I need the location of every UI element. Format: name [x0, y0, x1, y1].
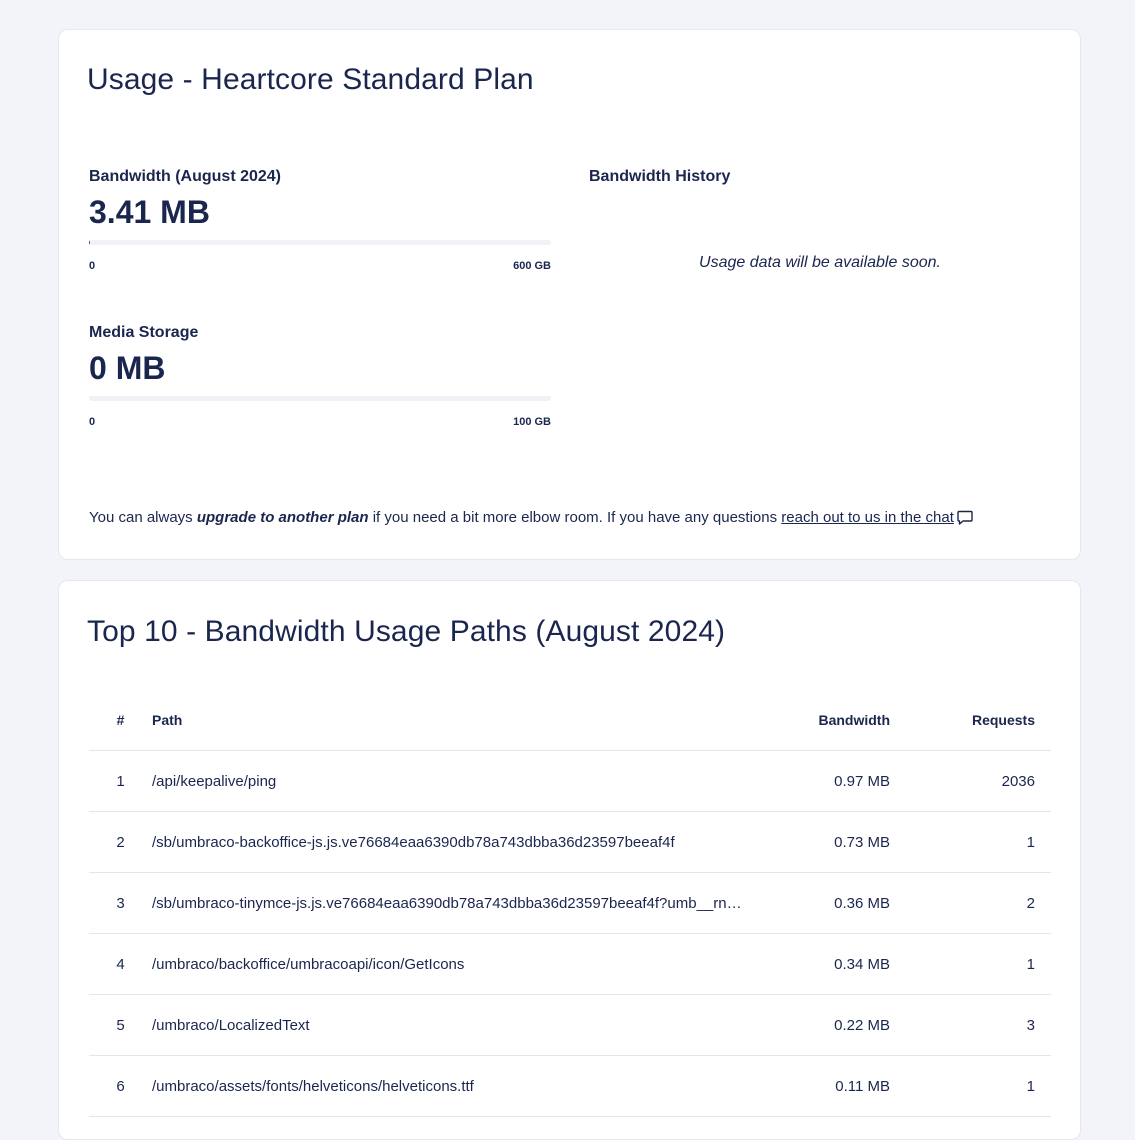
- row-num: 1: [89, 773, 152, 790]
- row-bandwidth: 0.11 MB: [747, 1078, 890, 1095]
- upgrade-note-text-2: if you need a bit more elbow room. If yo…: [369, 509, 782, 526]
- column-header-bandwidth: Bandwidth: [747, 712, 890, 728]
- table-row: 1/api/keepalive/ping0.97 MB2036: [89, 751, 1051, 812]
- row-path: /umbraco/assets/fonts/helveticons/helvet…: [152, 1078, 747, 1095]
- column-header-requests: Requests: [890, 712, 1035, 728]
- column-header-path: Path: [152, 712, 747, 728]
- chat-link[interactable]: reach out to us in the chat: [781, 509, 973, 526]
- usage-card: Usage - Heartcore Standard Plan Bandwidt…: [58, 29, 1081, 560]
- bandwidth-history-title: Bandwidth History: [589, 168, 1051, 186]
- row-path: /sb/umbraco-backoffice-js.js.ve76684eaa6…: [152, 834, 747, 851]
- chat-link-label[interactable]: reach out to us in the chat: [781, 509, 954, 526]
- storage-metric: Media Storage 0 MB 0 100 GB: [89, 324, 551, 428]
- row-requests: 2036: [890, 773, 1035, 790]
- row-path: /api/keepalive/ping: [152, 773, 747, 790]
- storage-scale-max: 100 GB: [513, 416, 551, 428]
- row-bandwidth: 0.36 MB: [747, 895, 890, 912]
- row-num: 3: [89, 895, 152, 912]
- storage-progress-bar: [89, 396, 551, 401]
- row-requests: 1: [890, 956, 1035, 973]
- row-num: 4: [89, 956, 152, 973]
- storage-label: Media Storage: [89, 324, 551, 342]
- row-requests: 2: [890, 895, 1035, 912]
- row-bandwidth: 0.73 MB: [747, 834, 890, 851]
- row-bandwidth: 0.34 MB: [747, 956, 890, 973]
- table-row: 2/sb/umbraco-backoffice-js.js.ve76684eaa…: [89, 812, 1051, 873]
- row-bandwidth: 0.97 MB: [747, 773, 890, 790]
- upgrade-note: You can always upgrade to another plan i…: [89, 509, 973, 529]
- storage-scale-min: 0: [89, 416, 95, 428]
- row-bandwidth: 0.22 MB: [747, 1017, 890, 1034]
- bandwidth-scale-max: 600 GB: [513, 260, 551, 272]
- usage-title: Usage - Heartcore Standard Plan: [87, 63, 534, 97]
- bandwidth-history-empty-message: Usage data will be available soon.: [589, 254, 1051, 272]
- top-paths-title: Top 10 - Bandwidth Usage Paths (August 2…: [87, 615, 725, 649]
- bandwidth-value: 3.41 MB: [89, 196, 551, 228]
- bandwidth-label: Bandwidth (August 2024): [89, 168, 551, 186]
- row-num: 2: [89, 834, 152, 851]
- bandwidth-metric: Bandwidth (August 2024) 3.41 MB 0 600 GB: [89, 168, 551, 272]
- row-path: /sb/umbraco-tinymce-js.js.ve76684eaa6390…: [152, 895, 747, 912]
- table-row: 5/umbraco/LocalizedText0.22 MB3: [89, 995, 1051, 1056]
- bandwidth-scale: 0 600 GB: [89, 260, 551, 272]
- bandwidth-history: Bandwidth History Usage data will be ava…: [589, 168, 1051, 272]
- chat-bubble-icon[interactable]: [957, 510, 973, 529]
- row-requests: 3: [890, 1017, 1035, 1034]
- row-path: /umbraco/LocalizedText: [152, 1017, 747, 1034]
- row-requests: 1: [890, 834, 1035, 851]
- bandwidth-progress-bar: [89, 240, 551, 245]
- empty-message-text: Usage data will be available soon.: [699, 254, 941, 272]
- storage-value: 0 MB: [89, 352, 551, 384]
- row-requests: 1: [890, 1078, 1035, 1095]
- table-header-row: # Path Bandwidth Requests: [89, 689, 1051, 751]
- bandwidth-scale-min: 0: [89, 260, 95, 272]
- table-body: 1/api/keepalive/ping0.97 MB20362/sb/umbr…: [89, 751, 1051, 1117]
- top-paths-card: Top 10 - Bandwidth Usage Paths (August 2…: [58, 580, 1081, 1140]
- table-row: 6/umbraco/assets/fonts/helveticons/helve…: [89, 1056, 1051, 1117]
- upgrade-plan-link[interactable]: upgrade to another plan: [197, 509, 369, 526]
- row-num: 5: [89, 1017, 152, 1034]
- column-header-num: #: [89, 712, 152, 728]
- table-row: 4/umbraco/backoffice/umbracoapi/icon/Get…: [89, 934, 1051, 995]
- top-paths-table: # Path Bandwidth Requests 1/api/keepaliv…: [89, 689, 1051, 1117]
- row-path: /umbraco/backoffice/umbracoapi/icon/GetI…: [152, 956, 747, 973]
- storage-scale: 0 100 GB: [89, 416, 551, 428]
- row-num: 6: [89, 1078, 152, 1095]
- table-row: 3/sb/umbraco-tinymce-js.js.ve76684eaa639…: [89, 873, 1051, 934]
- upgrade-note-text-1: You can always: [89, 509, 197, 526]
